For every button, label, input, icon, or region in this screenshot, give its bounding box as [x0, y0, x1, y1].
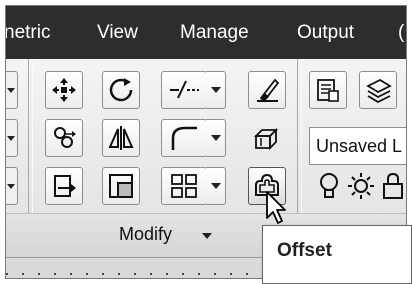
array-icon — [171, 174, 197, 198]
fillet-dropdown[interactable] — [206, 119, 226, 157]
layer-states-icon — [366, 78, 392, 104]
sun-icon[interactable] — [346, 171, 376, 206]
menu-item-manage[interactable]: Manage — [180, 6, 249, 59]
mirror-button[interactable] — [102, 119, 140, 157]
tooltip-title: Offset — [277, 240, 332, 261]
lock-icon[interactable] — [380, 171, 406, 206]
panel-expand-icon[interactable] — [202, 233, 212, 239]
layer-properties-button[interactable] — [309, 71, 347, 109]
menu-item-parametric[interactable]: netric — [6, 6, 50, 59]
stretch-button[interactable] — [45, 167, 83, 205]
left-dropdown-3[interactable] — [6, 167, 18, 205]
menu-item-partial[interactable]: ( — [398, 6, 404, 59]
rotate-button[interactable] — [102, 71, 140, 109]
trim-dropdown[interactable] — [206, 71, 226, 109]
lightbulb-icon[interactable] — [316, 171, 342, 206]
move-button[interactable] — [45, 71, 83, 109]
copy-button[interactable] — [45, 119, 83, 157]
fillet-button[interactable] — [161, 119, 207, 157]
modify-panel-title[interactable]: Modify — [119, 216, 172, 252]
layer-properties-icon — [317, 79, 339, 102]
stretch-icon — [54, 175, 76, 197]
offset-tooltip: Offset — [262, 225, 412, 284]
left-dropdown-1[interactable] — [6, 71, 18, 109]
3d-box-icon — [253, 127, 279, 151]
3d-operation-button[interactable] — [248, 119, 286, 157]
menu-item-output[interactable]: Output — [297, 6, 354, 59]
layer-states-button[interactable] — [359, 71, 397, 109]
move-icon — [52, 78, 76, 102]
trim-icon — [170, 80, 199, 99]
layer-style-field[interactable]: Unsaved L — [309, 127, 406, 165]
fillet-icon — [171, 126, 197, 150]
array-button[interactable] — [161, 167, 207, 205]
erase-button[interactable] — [248, 71, 286, 109]
copy-icon — [54, 127, 76, 148]
menu-bar: netric View Manage Output ( — [6, 6, 406, 59]
trim-button[interactable] — [161, 71, 207, 109]
scale-button[interactable] — [102, 167, 140, 205]
erase-icon — [257, 78, 280, 103]
rotate-icon — [109, 78, 133, 102]
mirror-icon — [108, 126, 134, 150]
left-dropdown-2[interactable] — [6, 119, 18, 157]
mouse-cursor-icon — [265, 190, 287, 231]
array-dropdown[interactable] — [206, 167, 226, 205]
menu-item-view[interactable]: View — [97, 6, 138, 59]
scale-icon — [109, 174, 133, 198]
